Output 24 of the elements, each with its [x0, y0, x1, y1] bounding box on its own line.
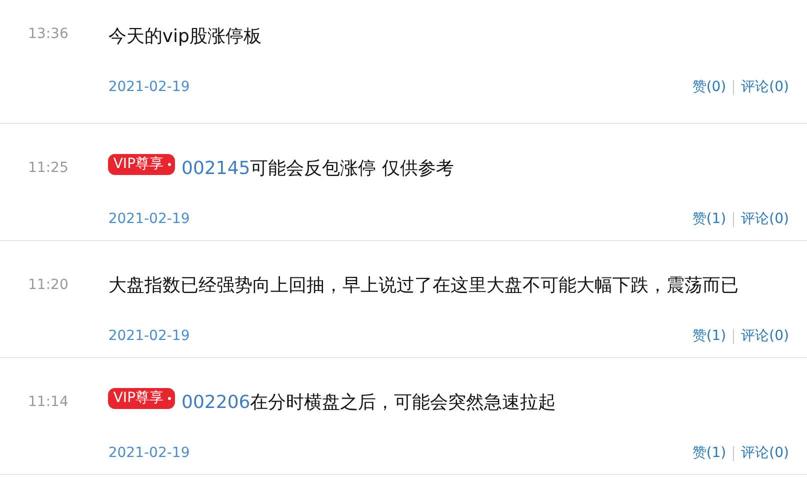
comment-link[interactable]: 评论(0): [741, 327, 789, 345]
comment-link[interactable]: 评论(0): [741, 444, 789, 462]
post-date: 2021-02-19: [108, 445, 190, 461]
like-link[interactable]: 赞(1): [692, 444, 726, 462]
post-date: 2021-02-19: [108, 328, 190, 344]
comment-link[interactable]: 评论(0): [741, 210, 789, 228]
like-link[interactable]: 赞(1): [692, 210, 726, 228]
comment-link[interactable]: 评论(0): [741, 78, 789, 96]
post-time: 13:36: [27, 25, 68, 44]
stock-code-link[interactable]: 002206: [182, 392, 250, 412]
post-text: 今天的vip股涨停板: [108, 25, 262, 48]
post-date: 2021-02-19: [108, 79, 190, 95]
stock-code-link[interactable]: 002145: [182, 158, 250, 178]
like-link[interactable]: 赞(0): [692, 78, 726, 96]
post-text: 可能会反包涨停 仅供参考: [250, 157, 454, 180]
post-time: 11:14: [27, 393, 68, 412]
like-link[interactable]: 赞(1): [692, 327, 726, 345]
post-date: 2021-02-19: [108, 211, 190, 227]
post-text: 大盘指数已经强势向上回抽，早上说过了在这里大盘不可能大幅下跌，震荡而已: [108, 274, 738, 297]
vip-badge: VIP尊享: [108, 388, 175, 408]
post-time: 11:20: [27, 276, 68, 295]
post-text: 在分时横盘之后，可能会突然急速拉起: [250, 391, 556, 414]
post-time: 11:25: [27, 159, 68, 178]
vip-badge: VIP尊享: [108, 154, 175, 174]
